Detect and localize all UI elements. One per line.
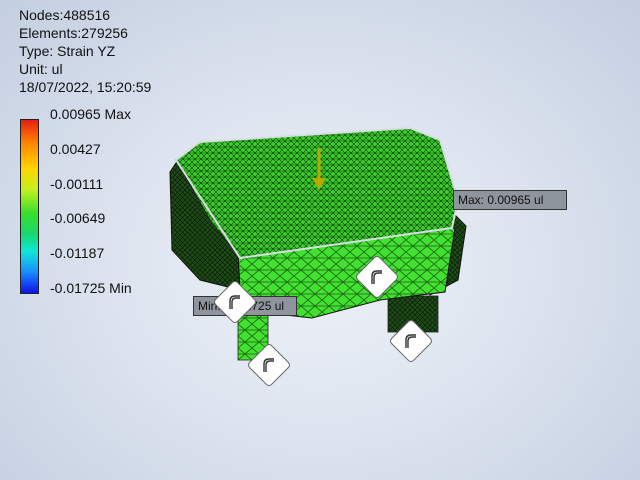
max-probe-label[interactable]: Max: 0.00965 ul — [453, 190, 567, 210]
fea-model-view[interactable] — [0, 0, 640, 480]
